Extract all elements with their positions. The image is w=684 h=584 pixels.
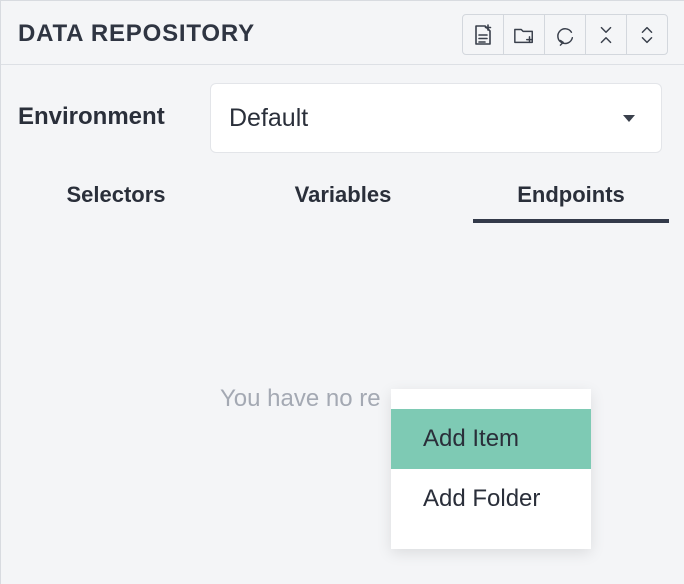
environment-dropdown[interactable]: Default [210, 83, 662, 153]
tab-endpoints[interactable]: Endpoints [473, 171, 669, 223]
menu-item-add-item[interactable]: Add Item [391, 409, 591, 469]
new-file-button[interactable] [463, 15, 504, 54]
panel-header: DATA REPOSITORY [1, 1, 684, 65]
tab-selectors[interactable]: Selectors [21, 171, 211, 223]
new-file-icon [475, 23, 492, 45]
empty-state-text: You have no re [220, 385, 381, 412]
environment-selected-value: Default [229, 104, 309, 132]
caret-down-icon [623, 115, 635, 122]
data-repository-panel: DATA REPOSITORY Environment Default Sele… [0, 0, 684, 584]
expand-all-button[interactable] [627, 15, 667, 54]
panel-title: DATA REPOSITORY [18, 20, 255, 47]
refresh-button[interactable] [545, 15, 586, 54]
environment-label: Environment [18, 103, 165, 130]
menu-item-add-folder[interactable]: Add Folder [391, 469, 591, 529]
tab-variables[interactable]: Variables [247, 171, 439, 223]
toolbar [462, 14, 668, 55]
collapse-all-button[interactable] [586, 15, 627, 54]
tab-bar: Selectors Variables Endpoints [1, 171, 684, 223]
new-folder-button[interactable] [504, 15, 545, 54]
expand-all-icon [641, 26, 653, 43]
new-folder-icon [514, 28, 533, 43]
context-menu: Add Item Add Folder [391, 389, 591, 549]
refresh-icon [557, 27, 574, 46]
collapse-all-icon [600, 26, 612, 43]
